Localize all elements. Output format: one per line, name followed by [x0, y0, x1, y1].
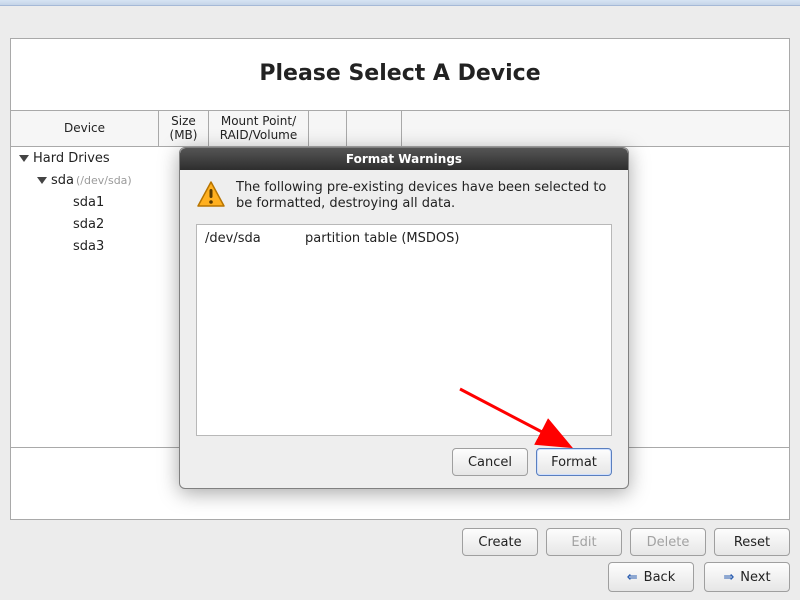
warning-row: The following pre-existing devices have …: [196, 180, 612, 214]
format-button[interactable]: Format: [536, 448, 612, 476]
list-device: /dev/sda: [205, 231, 305, 246]
device-listbox[interactable]: /dev/sda partition table (MSDOS): [196, 224, 612, 436]
dialog-titlebar[interactable]: Format Warnings: [180, 148, 628, 170]
format-warnings-dialog: Format Warnings The following pre-existi…: [179, 147, 629, 489]
list-desc: partition table (MSDOS): [305, 231, 459, 246]
warning-message: The following pre-existing devices have …: [236, 180, 612, 214]
list-item[interactable]: /dev/sda partition table (MSDOS): [205, 231, 603, 246]
warning-icon: [196, 180, 226, 214]
dialog-button-row: Cancel Format: [196, 436, 612, 476]
cancel-button[interactable]: Cancel: [452, 448, 528, 476]
dialog-body: The following pre-existing devices have …: [180, 170, 628, 488]
dialog-overlay: Format Warnings The following pre-existi…: [0, 0, 800, 600]
dialog-title: Format Warnings: [346, 152, 462, 166]
